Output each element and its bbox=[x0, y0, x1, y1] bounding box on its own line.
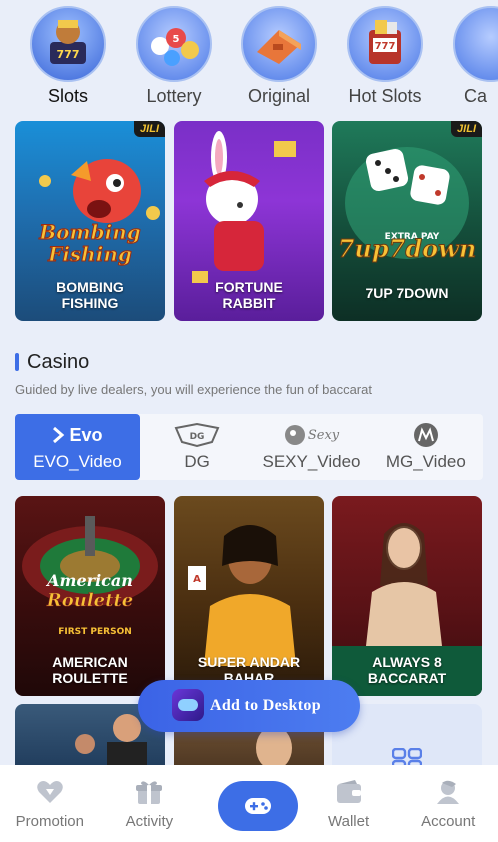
section-accent-bar bbox=[15, 353, 19, 371]
game-card-always-8-baccarat[interactable]: ALWAYS 8 BACCARAT bbox=[332, 496, 482, 696]
tab-mg-video[interactable]: MG_Video bbox=[369, 414, 483, 480]
category-casino[interactable]: Ca bbox=[446, 6, 498, 107]
game-card-fortune-rabbit[interactable]: FORTUNE RABBIT bbox=[174, 121, 324, 321]
sexy-face-icon bbox=[284, 425, 305, 445]
tab-label: DG bbox=[184, 452, 210, 471]
nav-label: Wallet bbox=[328, 813, 370, 830]
tab-dg[interactable]: DG DG bbox=[140, 414, 254, 480]
art-title-line2: Roulette bbox=[46, 590, 133, 611]
gamepad-icon bbox=[245, 798, 272, 814]
slots-icon: 777 bbox=[30, 6, 106, 82]
art-title: 7up7down bbox=[338, 234, 477, 263]
casino-icon bbox=[453, 6, 498, 82]
evo-chevron-icon bbox=[53, 426, 65, 444]
art-title-line2: Fishing bbox=[47, 242, 132, 266]
game-title: AMERICAN ROULETTE bbox=[52, 654, 128, 686]
section-title-text: Casino bbox=[27, 350, 90, 373]
lottery-icon: 5 bbox=[136, 6, 212, 82]
nav-promotion[interactable]: Promotion bbox=[0, 765, 100, 842]
art-title-line1: Bombing bbox=[38, 220, 141, 244]
category-label: Hot Slots bbox=[348, 86, 422, 106]
game-card-american-roulette[interactable]: American Roulette FIRST PERSON AMERICAN … bbox=[15, 496, 165, 696]
category-original[interactable]: Original bbox=[234, 6, 324, 107]
tab-evo-video[interactable]: Evo EVO_Video bbox=[15, 414, 140, 480]
bottom-nav: Promotion Activity Wallet Account bbox=[0, 765, 498, 842]
category-label: Ca bbox=[464, 86, 488, 106]
game-title: 7UP 7DOWN bbox=[365, 285, 449, 301]
category-label: Slots bbox=[47, 86, 89, 106]
nav-label: Activity bbox=[125, 813, 174, 830]
casino-section-title: Casino bbox=[15, 350, 89, 374]
category-hot-slots[interactable]: 777 Hot Slots bbox=[340, 6, 430, 107]
add-to-desktop-label: Add to Desktop bbox=[210, 697, 321, 714]
evo-logo: Evo bbox=[52, 422, 103, 448]
category-label: Original bbox=[247, 86, 311, 106]
svg-text:777: 777 bbox=[375, 41, 396, 52]
hot-slots-icon: 777 bbox=[347, 6, 423, 82]
tab-sexy-video[interactable]: Sexy SEXY_Video bbox=[254, 414, 368, 480]
game-title: FORTUNE RABBIT bbox=[215, 279, 283, 311]
mg-logo-icon bbox=[413, 422, 439, 448]
category-lottery[interactable]: 5 Lottery bbox=[129, 6, 219, 107]
promotion-icon bbox=[37, 781, 63, 803]
svg-text:A: A bbox=[193, 574, 201, 585]
add-to-desktop-button[interactable]: Add to Desktop bbox=[138, 680, 360, 732]
game-card-7up-7down[interactable]: JILI EXTRA PAY 7up7down 7UP 7DOWN bbox=[332, 121, 482, 321]
casino-provider-tabs: Evo EVO_Video DG DG Sexy SEXY_Video MG_V… bbox=[15, 414, 483, 480]
game-card-bombing-fishing[interactable]: JILI Bombing Fishing BOMBING FISHING bbox=[15, 121, 165, 321]
category-row: 777 Slots 5 Lottery Original 777 Hot Slo… bbox=[0, 0, 498, 112]
svg-text:DG: DG bbox=[190, 432, 205, 442]
svg-text:5: 5 bbox=[173, 34, 180, 45]
sexy-logo: Sexy bbox=[284, 422, 339, 448]
art-title-line1: American bbox=[45, 571, 133, 590]
dg-logo-icon: DG bbox=[172, 422, 222, 448]
gift-icon bbox=[136, 781, 163, 804]
game-title: BOMBING FISHING bbox=[56, 279, 124, 311]
nav-label: Promotion bbox=[15, 813, 84, 830]
game-title: ALWAYS 8 BACCARAT bbox=[367, 654, 447, 686]
nav-games[interactable] bbox=[199, 765, 299, 842]
svg-text:777: 777 bbox=[57, 48, 80, 61]
nav-activity[interactable]: Activity bbox=[100, 765, 200, 842]
tab-label: SEXY_Video bbox=[262, 452, 361, 471]
category-label: Lottery bbox=[146, 86, 202, 106]
art-subtitle: FIRST PERSON bbox=[58, 627, 132, 637]
category-slots[interactable]: 777 Slots bbox=[23, 6, 113, 107]
original-icon bbox=[241, 6, 317, 82]
casino-section-subtitle: Guided by live dealers, you will experie… bbox=[15, 382, 372, 397]
tab-label: MG_Video bbox=[385, 452, 466, 471]
nav-account[interactable]: Account bbox=[398, 765, 498, 842]
nav-wallet[interactable]: Wallet bbox=[299, 765, 399, 842]
tab-label: EVO_Video bbox=[33, 452, 122, 471]
account-icon bbox=[437, 780, 460, 804]
nav-label: Account bbox=[421, 813, 476, 830]
app-icon bbox=[172, 689, 204, 721]
games-button[interactable] bbox=[218, 781, 299, 831]
wallet-icon bbox=[336, 780, 361, 803]
game-card-super-andar-bahar[interactable]: A SUPER ANDAR BAHAR bbox=[174, 496, 324, 696]
